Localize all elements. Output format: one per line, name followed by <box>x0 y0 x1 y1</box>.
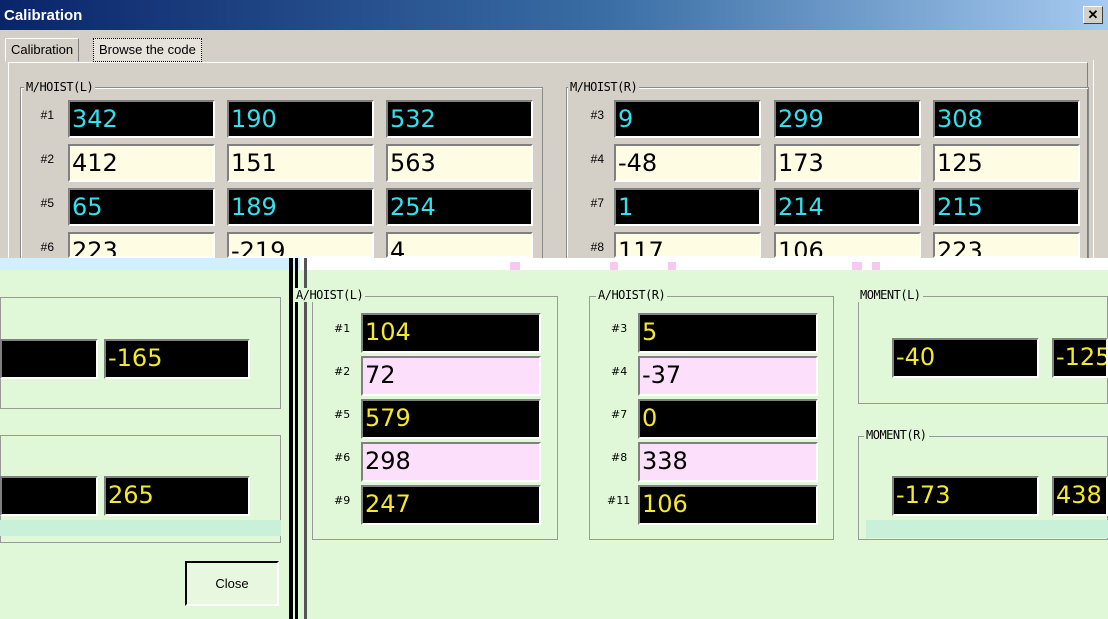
mint-band <box>0 520 281 536</box>
window-title: Calibration <box>4 7 83 24</box>
value-cell[interactable]: 106 <box>774 232 921 258</box>
close-icon[interactable]: ✕ <box>1083 6 1103 24</box>
value-cell[interactable]: 189 <box>227 188 374 226</box>
value-cell[interactable]: 342 <box>68 100 215 138</box>
value-cell[interactable]: 338 <box>638 442 818 482</box>
tab-calibration[interactable]: Calibration <box>5 38 80 62</box>
value-cell[interactable]: 412 <box>68 144 215 182</box>
value-cell[interactable]: 151 <box>227 144 374 182</box>
row-label: #4 <box>590 152 604 166</box>
value-cell[interactable]: 9 <box>614 100 761 138</box>
value-cell[interactable]: 173 <box>774 144 921 182</box>
value-cell[interactable]: 299 <box>774 100 921 138</box>
value-cell[interactable]: 104 <box>361 313 541 353</box>
value-cell[interactable]: 579 <box>361 399 541 439</box>
value-cell[interactable]: -40 <box>892 338 1039 378</box>
group-title: M/HOIST(R) <box>568 80 640 94</box>
divider <box>289 258 293 619</box>
row-label: #1 <box>334 322 351 335</box>
value-cell[interactable]: 190 <box>227 100 374 138</box>
value-cell[interactable] <box>0 339 98 379</box>
row-label: #2 <box>334 365 351 378</box>
value-cell[interactable]: 563 <box>386 144 533 182</box>
value-cell[interactable]: 65 <box>68 188 215 226</box>
row-label: #7 <box>611 408 628 421</box>
group-title: M/HOIST(L) <box>24 80 96 94</box>
value-cell[interactable]: 308 <box>933 100 1080 138</box>
value-cell[interactable]: 223 <box>933 232 1080 258</box>
value-cell[interactable]: 106 <box>638 485 818 525</box>
row-label: #8 <box>611 451 628 464</box>
value-cell[interactable] <box>0 476 98 516</box>
group-title: MOMENT(L) <box>858 288 923 302</box>
row-label: #3 <box>611 322 628 335</box>
divider <box>304 258 307 619</box>
row-label: #6 <box>334 451 351 464</box>
divider <box>295 258 298 619</box>
value-cell[interactable]: -48 <box>614 144 761 182</box>
value-cell[interactable]: 72 <box>361 356 541 396</box>
row-label: #4 <box>611 365 628 378</box>
value-cell[interactable]: -37 <box>638 356 818 396</box>
row-label: #1 <box>40 108 54 122</box>
title-bar <box>0 0 1108 30</box>
value-cell[interactable]: 254 <box>386 188 533 226</box>
value-cell[interactable]: -219 <box>227 232 374 258</box>
value-cell[interactable]: 5 <box>638 313 818 353</box>
row-label: #7 <box>590 196 604 210</box>
value-cell[interactable]: -125 <box>1052 338 1108 378</box>
value-cell[interactable]: 4 <box>386 232 533 258</box>
value-cell[interactable]: 223 <box>68 232 215 258</box>
row-label: #6 <box>40 240 54 254</box>
value-cell[interactable]: 532 <box>386 100 533 138</box>
value-cell[interactable]: 0 <box>638 399 818 439</box>
row-label: #9 <box>334 494 351 507</box>
tab-browse-the-code[interactable]: Browse the code <box>93 38 202 62</box>
value-cell[interactable]: 125 <box>933 144 1080 182</box>
value-cell[interactable]: 247 <box>361 485 541 525</box>
value-cell[interactable]: 298 <box>361 442 541 482</box>
value-cell[interactable]: 215 <box>933 188 1080 226</box>
value-cell[interactable]: 265 <box>104 476 250 516</box>
value-cell[interactable]: 1 <box>614 188 761 226</box>
value-cell[interactable]: 438 <box>1052 476 1108 516</box>
group-title: A/HOIST(L) <box>294 288 366 302</box>
value-cell[interactable]: 214 <box>774 188 921 226</box>
value-cell[interactable]: -165 <box>104 339 250 379</box>
vertical-scrollbar[interactable] <box>1093 60 1108 260</box>
row-label: #11 <box>607 494 631 507</box>
row-label: #2 <box>40 152 54 166</box>
value-cell[interactable]: -173 <box>892 476 1039 516</box>
row-label: #5 <box>40 196 54 210</box>
group-title: MOMENT(R) <box>864 428 929 442</box>
row-label: #3 <box>590 108 604 122</box>
close-button[interactable]: Close <box>185 561 279 606</box>
mint-band <box>866 520 1108 538</box>
row-label: #5 <box>334 408 351 421</box>
value-cell[interactable]: 117 <box>614 232 761 258</box>
group-title: A/HOIST(R) <box>596 288 668 302</box>
row-label: #8 <box>590 240 604 254</box>
artifact <box>0 258 300 270</box>
